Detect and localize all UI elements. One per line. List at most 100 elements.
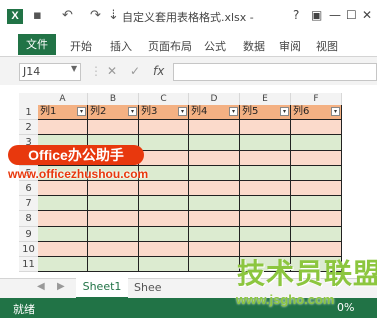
table-cell[interactable] <box>240 226 291 242</box>
table-header-cell[interactable]: 列1 ▾ <box>38 105 88 121</box>
table-cell[interactable] <box>38 181 88 197</box>
table-cell[interactable] <box>189 181 240 197</box>
table-cell[interactable] <box>88 181 139 197</box>
table-cell[interactable] <box>88 196 139 212</box>
table-cell[interactable] <box>291 135 342 151</box>
table-cell[interactable] <box>139 181 189 197</box>
table-cell[interactable] <box>240 135 291 151</box>
table-cell[interactable] <box>189 196 240 212</box>
table-cell[interactable] <box>240 120 291 136</box>
row-header-1[interactable]: 1 <box>19 105 38 121</box>
table-header-cell[interactable]: 列2 ▾ <box>88 105 139 121</box>
close-icon[interactable]: ✕ <box>362 7 372 23</box>
column-header-e[interactable]: E <box>240 93 291 105</box>
maximize-icon[interactable]: ☐ <box>346 7 357 23</box>
minimize-icon[interactable]: — <box>329 7 341 23</box>
table-cell[interactable] <box>139 120 189 136</box>
table-cell[interactable] <box>189 211 240 227</box>
cancel-icon[interactable]: ✕ <box>107 64 117 78</box>
table-cell[interactable] <box>240 150 291 166</box>
sheet-tab-other[interactable]: Shee <box>134 281 162 294</box>
table-cell[interactable] <box>291 150 342 166</box>
row-header-7[interactable]: 7 <box>19 196 38 212</box>
filter-dropdown-icon[interactable]: ▾ <box>229 107 238 116</box>
table-header-cell[interactable]: 列3 ▾ <box>139 105 189 121</box>
tab-formulas[interactable]: 公式 <box>204 38 226 54</box>
table-header-cell[interactable]: 列5 ▾ <box>240 105 291 121</box>
table-cell[interactable] <box>139 196 189 212</box>
table-cell[interactable] <box>291 181 342 197</box>
sheet-next-icon[interactable]: ▶ <box>57 281 65 292</box>
table-cell[interactable] <box>139 257 189 273</box>
column-header-b[interactable]: B <box>88 93 139 105</box>
table-cell[interactable] <box>88 241 139 257</box>
column-header-a[interactable]: A <box>38 93 88 105</box>
table-cell[interactable] <box>38 226 88 242</box>
row-header-9[interactable]: 9 <box>19 226 38 242</box>
filter-dropdown-icon[interactable]: ▾ <box>280 107 289 116</box>
sheet-tab-sheet1[interactable]: Sheet1 <box>76 278 128 299</box>
table-cell[interactable] <box>38 120 88 136</box>
table-cell[interactable] <box>139 135 189 151</box>
zoom-level[interactable]: 0% <box>337 301 354 314</box>
table-cell[interactable] <box>139 150 189 166</box>
table-cell[interactable] <box>88 211 139 227</box>
table-header-cell[interactable]: 列6 ▾ <box>291 105 342 121</box>
table-cell[interactable] <box>189 150 240 166</box>
undo-icon[interactable]: ↶ <box>62 8 73 24</box>
tab-review[interactable]: 审阅 <box>279 38 301 54</box>
table-cell[interactable] <box>88 120 139 136</box>
row-header-8[interactable]: 8 <box>19 211 38 227</box>
table-cell[interactable] <box>189 257 240 273</box>
row-header-10[interactable]: 10 <box>19 241 38 257</box>
row-header-11[interactable]: 11 <box>19 257 38 273</box>
formula-input[interactable] <box>173 63 377 81</box>
chevron-down-icon[interactable]: ▼ <box>71 64 77 73</box>
table-cell[interactable] <box>189 241 240 257</box>
column-header-f[interactable]: F <box>291 93 342 105</box>
row-header-6[interactable]: 6 <box>19 181 38 197</box>
table-cell[interactable] <box>291 120 342 136</box>
redo-icon[interactable]: ↷ <box>90 8 101 24</box>
table-cell[interactable] <box>240 196 291 212</box>
table-cell[interactable] <box>240 165 291 181</box>
table-cell[interactable] <box>88 226 139 242</box>
table-cell[interactable] <box>189 165 240 181</box>
table-header-cell[interactable]: 列4 ▾ <box>189 105 240 121</box>
table-cell[interactable] <box>139 226 189 242</box>
tab-view[interactable]: 视图 <box>316 38 338 54</box>
tab-file[interactable]: 文件 <box>18 34 56 55</box>
table-cell[interactable] <box>189 120 240 136</box>
tab-data[interactable]: 数据 <box>243 38 265 54</box>
row-header-2[interactable]: 2 <box>19 120 38 136</box>
column-header-c[interactable]: C <box>139 93 189 105</box>
table-cell[interactable] <box>38 257 88 273</box>
table-cell[interactable] <box>139 241 189 257</box>
table-cell[interactable] <box>189 135 240 151</box>
table-cell[interactable] <box>291 226 342 242</box>
select-all-corner[interactable] <box>19 93 38 105</box>
customize-quick-access-icon[interactable]: ⇣ <box>108 8 119 24</box>
table-cell[interactable] <box>189 226 240 242</box>
table-cell[interactable] <box>291 211 342 227</box>
table-cell[interactable] <box>38 196 88 212</box>
ribbon-display-icon[interactable]: ▣ <box>311 7 322 23</box>
help-icon[interactable]: ? <box>293 7 299 23</box>
tab-insert[interactable]: 插入 <box>110 38 132 54</box>
filter-dropdown-icon[interactable]: ▾ <box>128 107 137 116</box>
filter-dropdown-icon[interactable]: ▾ <box>331 107 340 116</box>
save-icon[interactable]: ▪ <box>33 8 42 24</box>
tab-page-layout[interactable]: 页面布局 <box>148 38 192 54</box>
table-cell[interactable] <box>38 241 88 257</box>
filter-dropdown-icon[interactable]: ▾ <box>77 107 86 116</box>
enter-icon[interactable]: ✓ <box>130 64 140 78</box>
table-cell[interactable] <box>38 211 88 227</box>
table-cell[interactable] <box>240 181 291 197</box>
table-cell[interactable] <box>88 257 139 273</box>
table-cell[interactable] <box>139 211 189 227</box>
column-header-d[interactable]: D <box>189 93 240 105</box>
sheet-prev-icon[interactable]: ◀ <box>37 281 45 292</box>
insert-function-icon[interactable]: fx <box>153 64 164 78</box>
tab-home[interactable]: 开始 <box>70 38 92 54</box>
table-cell[interactable] <box>291 165 342 181</box>
